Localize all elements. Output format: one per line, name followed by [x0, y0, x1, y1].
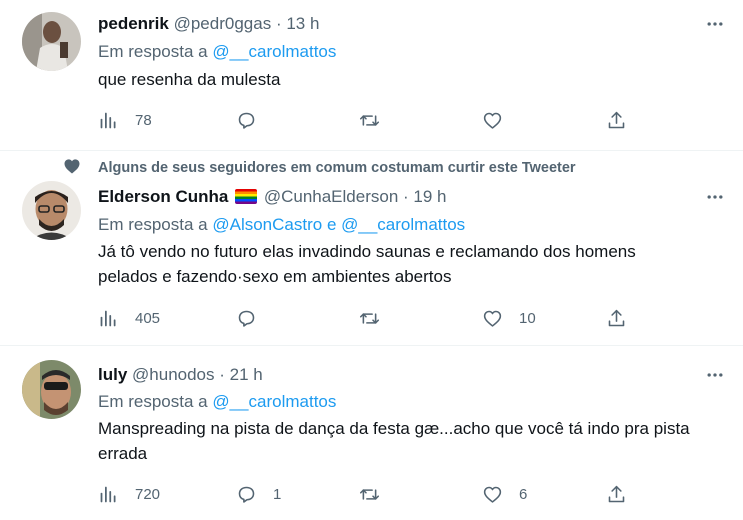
mention-link[interactable]: @AlsonCastro: [212, 215, 322, 234]
social-context-text: Alguns de seus seguidores em comum costu…: [98, 160, 576, 176]
social-context: Alguns de seus seguidores em comum costu…: [62, 156, 576, 180]
more-horizontal-icon: [707, 195, 723, 199]
rainbow-flag-icon: [235, 189, 258, 204]
heart-filled-icon: [62, 156, 82, 176]
tweet-header: pedenrik @pedr0ggas · 13 h: [98, 13, 319, 35]
tweet[interactable]: luly @hunodos · 21 h Em resposta a @__ca…: [0, 346, 743, 520]
reply-button[interactable]: [236, 306, 273, 330]
like-count: 10: [519, 309, 536, 327]
timestamp[interactable]: 13 h: [286, 14, 319, 33]
reply-count: 1: [273, 485, 282, 503]
reply-context: Em resposta a @AlsonCastro e @__carolmat…: [98, 214, 465, 236]
share-button[interactable]: [606, 482, 627, 506]
tweet[interactable]: Alguns de seus seguidores em comum costu…: [0, 151, 743, 346]
separator: ·: [219, 365, 225, 384]
share-upload-icon: [608, 111, 625, 128]
user-handle[interactable]: @CunhaElderson: [264, 187, 398, 206]
retweet-button[interactable]: [359, 482, 396, 506]
reply-button[interactable]: 1: [236, 482, 281, 506]
tweet[interactable]: pedenrik @pedr0ggas · 13 h Em resposta a…: [0, 0, 743, 151]
share-upload-icon: [608, 309, 625, 326]
like-button[interactable]: 6: [482, 482, 527, 506]
views-count: 78: [135, 111, 152, 129]
display-name[interactable]: pedenrik: [98, 14, 169, 33]
mention-link[interactable]: @__carolmattos: [212, 42, 336, 61]
user-handle[interactable]: @pedr0ggas: [174, 14, 272, 33]
views-button[interactable]: 720: [98, 482, 160, 506]
tweet-header: Elderson Cunha @CunhaElderson · 19 h: [98, 186, 447, 208]
heart-icon: [483, 112, 502, 129]
share-button[interactable]: [606, 108, 627, 132]
views-count: 720: [135, 485, 161, 503]
timestamp[interactable]: 21 h: [230, 365, 263, 384]
reply-joiner: e: [326, 215, 337, 234]
views-button[interactable]: 78: [98, 108, 152, 132]
like-button[interactable]: 10: [482, 306, 536, 330]
share-button[interactable]: [606, 306, 627, 330]
reply-bubble-icon: [238, 310, 255, 327]
more-options-button[interactable]: [703, 363, 727, 387]
retweet-icon: [359, 312, 380, 324]
views-bar-chart-icon: [100, 486, 116, 502]
reply-context: Em resposta a @__carolmattos: [98, 41, 336, 63]
more-horizontal-icon: [707, 22, 723, 26]
more-options-button[interactable]: [703, 185, 727, 209]
separator: ·: [275, 14, 282, 33]
avatar[interactable]: [22, 181, 81, 240]
tweet-actions: 78: [98, 108, 628, 132]
retweet-icon: [359, 114, 380, 126]
views-button[interactable]: 405: [98, 306, 160, 330]
reply-prefix: Em resposta a: [98, 42, 208, 61]
tweet-actions: 720 1 6: [98, 482, 628, 506]
mention-link[interactable]: @__carolmattos: [341, 215, 465, 234]
share-upload-icon: [608, 485, 625, 502]
retweet-button[interactable]: [359, 306, 396, 330]
display-name[interactable]: Elderson Cunha: [98, 187, 228, 206]
user-handle[interactable]: @hunodos: [132, 365, 215, 384]
reply-bubble-icon: [238, 486, 255, 503]
retweet-button[interactable]: [359, 108, 396, 132]
reply-button[interactable]: [236, 108, 273, 132]
tweet-text: Manspreading na pista de dança da festa …: [98, 419, 690, 463]
reply-prefix: Em resposta a: [98, 215, 208, 234]
more-options-button[interactable]: [703, 12, 727, 36]
tweet-actions: 405 10: [98, 306, 628, 330]
timestamp[interactable]: 19 h: [413, 187, 446, 206]
avatar[interactable]: [22, 12, 81, 71]
views-bar-chart-icon: [100, 310, 116, 326]
reply-bubble-icon: [238, 112, 255, 129]
more-horizontal-icon: [707, 373, 723, 377]
heart-icon: [483, 310, 502, 327]
tweet-text: que resenha da mulesta: [98, 70, 281, 89]
separator: ·: [403, 187, 409, 206]
like-count: 6: [519, 485, 528, 503]
heart-icon: [483, 486, 502, 503]
retweet-icon: [359, 488, 380, 500]
tweet-text: Já tô vendo no futuro elas invadindo sau…: [98, 242, 636, 286]
tweet-header: luly @hunodos · 21 h: [98, 364, 263, 386]
views-bar-chart-icon: [100, 112, 116, 128]
views-count: 405: [135, 309, 161, 327]
like-button[interactable]: [482, 108, 519, 132]
avatar[interactable]: [22, 360, 81, 419]
reply-prefix: Em resposta a: [98, 392, 208, 411]
display-name[interactable]: luly: [98, 365, 127, 384]
mention-link[interactable]: @__carolmattos: [212, 392, 336, 411]
reply-context: Em resposta a @__carolmattos: [98, 391, 336, 413]
